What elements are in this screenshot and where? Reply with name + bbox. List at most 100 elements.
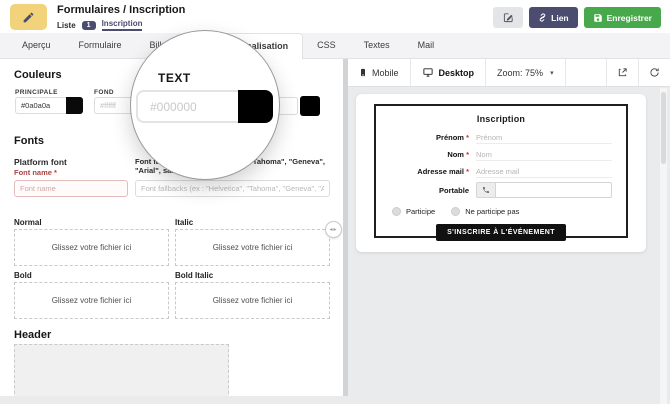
radio-ne-participe-pas[interactable]: Ne participe pas: [451, 207, 519, 216]
text-color-input-magnified[interactable]: [136, 90, 238, 123]
tab-apercu[interactable]: Aperçu: [8, 33, 65, 58]
font-name-input[interactable]: [14, 180, 128, 197]
submit-row: S'INSCRIRE À L'ÉVÉNEMENT: [390, 224, 612, 241]
save-button-label: Enregistrer: [606, 12, 652, 23]
form-row-nom: Nom *: [390, 147, 612, 162]
export-button[interactable]: [606, 59, 638, 86]
radio-ne-participe-pas-label: Ne participe pas: [465, 207, 520, 216]
refresh-button[interactable]: [638, 59, 670, 86]
header-dropzone[interactable]: [14, 344, 229, 396]
phone-prefix-box: [476, 182, 495, 198]
text-color-swatch-magnified[interactable]: [238, 90, 273, 123]
text-color-swatch[interactable]: [300, 96, 320, 116]
preview-toolbar: Mobile Desktop Zoom: 75% ▾: [348, 59, 670, 87]
font-name-label: Font name *: [14, 168, 57, 177]
prenom-input[interactable]: [476, 131, 612, 144]
save-icon: [593, 13, 603, 23]
adresse-mail-label: Adresse mail *: [390, 167, 476, 176]
radio-circle-icon: [451, 207, 461, 216]
zoom-dropdown[interactable]: Zoom: 75% ▾: [486, 59, 566, 86]
mobile-toggle[interactable]: Mobile: [348, 59, 411, 86]
principale-color-swatch[interactable]: [66, 97, 83, 114]
tab-formulaire[interactable]: Formulaire: [65, 33, 136, 58]
dropzone-bold-italic[interactable]: Glissez votre fichier ici: [175, 282, 330, 319]
edit-button[interactable]: [493, 7, 524, 28]
nom-label: Nom *: [390, 150, 476, 159]
mobile-phone-icon: [359, 67, 367, 78]
refresh-icon: [649, 67, 660, 78]
prenom-label: Prénom *: [390, 133, 476, 142]
page-title: Formulaires / Inscription: [57, 4, 186, 16]
panel-divider[interactable]: [343, 59, 348, 396]
participation-radio-group: Participe Ne participe pas: [392, 207, 612, 216]
scrollbar[interactable]: [660, 88, 667, 404]
font-fallbacks-input[interactable]: [135, 180, 330, 197]
desktop-toggle[interactable]: Desktop: [411, 59, 487, 86]
form-row-adresse-mail: Adresse mail *: [390, 164, 612, 179]
panel-collapse-handle[interactable]: ◂▸: [325, 221, 342, 238]
fond-label: FOND: [94, 89, 115, 96]
nom-input[interactable]: [476, 148, 612, 161]
form-title: Inscription: [476, 114, 526, 124]
form-preview-card: Inscription Prénom * Nom * Adresse mail …: [374, 104, 628, 241]
breadcrumb: Liste 1 Inscription: [57, 19, 143, 31]
principale-color-input[interactable]: [15, 97, 66, 114]
form-row-prenom: Prénom *: [390, 130, 612, 145]
adresse-mail-input[interactable]: [476, 165, 612, 178]
liste-count-badge: 1: [81, 20, 96, 30]
form-row-portable: Portable: [390, 181, 612, 199]
portable-input[interactable]: [495, 182, 612, 198]
dropzone-normal[interactable]: Glissez votre fichier ici: [14, 229, 169, 266]
export-icon: [617, 67, 628, 78]
header-section-title: Header: [14, 329, 52, 341]
dropzone-italic-label: Italic: [175, 218, 194, 227]
portable-label: Portable: [438, 185, 469, 195]
nom-required-mark: *: [466, 150, 469, 159]
text-color-field-magnified: [136, 90, 273, 123]
pencil-square-icon: [503, 12, 514, 23]
font-name-required-mark: *: [54, 168, 57, 177]
link-button-label: Lien: [551, 12, 569, 23]
header-actions: Lien Enregistrer: [493, 7, 661, 28]
nom-label-text: Nom: [447, 150, 464, 159]
radio-circle-icon: [392, 207, 401, 216]
desktop-monitor-icon: [422, 67, 434, 78]
radio-participe-label: Participe: [406, 207, 436, 216]
prenom-label-text: Prénom: [436, 133, 464, 142]
current-form-tab[interactable]: Inscription: [101, 19, 143, 31]
prenom-required-mark: *: [466, 133, 469, 142]
principale-label: PRINCIPALE: [15, 89, 58, 96]
form-logo: [10, 4, 47, 30]
main-tab-bar: Aperçu Formulaire Billetterie Personnali…: [0, 33, 670, 59]
liste-link[interactable]: Liste: [57, 21, 76, 30]
chevron-down-icon: ▾: [550, 69, 554, 77]
submit-button[interactable]: S'INSCRIRE À L'ÉVÉNEMENT: [436, 224, 566, 241]
colors-section-title: Couleurs: [14, 69, 62, 81]
text-color-label-magnified: TEXT: [158, 71, 191, 85]
zoom-level-value: Zoom: 75%: [497, 67, 544, 78]
font-name-label-text: Font name: [14, 168, 52, 177]
tab-css[interactable]: CSS: [303, 33, 350, 58]
pencil-icon: [22, 11, 35, 24]
scrollbar-thumb[interactable]: [661, 92, 666, 164]
adresse-mail-label-text: Adresse mail: [417, 167, 464, 176]
phone-handset-icon: [482, 186, 490, 194]
mobile-toggle-label: Mobile: [372, 67, 399, 78]
magnifier-lens: TEXT: [130, 30, 280, 180]
link-icon: [538, 13, 547, 22]
adresse-mail-required-mark: *: [466, 167, 469, 176]
desktop-toggle-label: Desktop: [438, 67, 475, 78]
dropzone-bold[interactable]: Glissez votre fichier ici: [14, 282, 169, 319]
tab-textes[interactable]: Textes: [350, 33, 404, 58]
fonts-section-title: Fonts: [14, 135, 44, 147]
principale-color-field: [15, 97, 83, 114]
platform-font-label: Platform font: [14, 157, 67, 167]
dropzone-normal-label: Normal: [14, 218, 42, 227]
portable-field-group: [476, 182, 612, 198]
dropzone-italic[interactable]: Glissez votre fichier ici: [175, 229, 330, 266]
save-button[interactable]: Enregistrer: [583, 7, 661, 28]
radio-participe[interactable]: Participe: [392, 207, 435, 216]
tab-mail[interactable]: Mail: [404, 33, 449, 58]
link-button[interactable]: Lien: [529, 7, 578, 28]
